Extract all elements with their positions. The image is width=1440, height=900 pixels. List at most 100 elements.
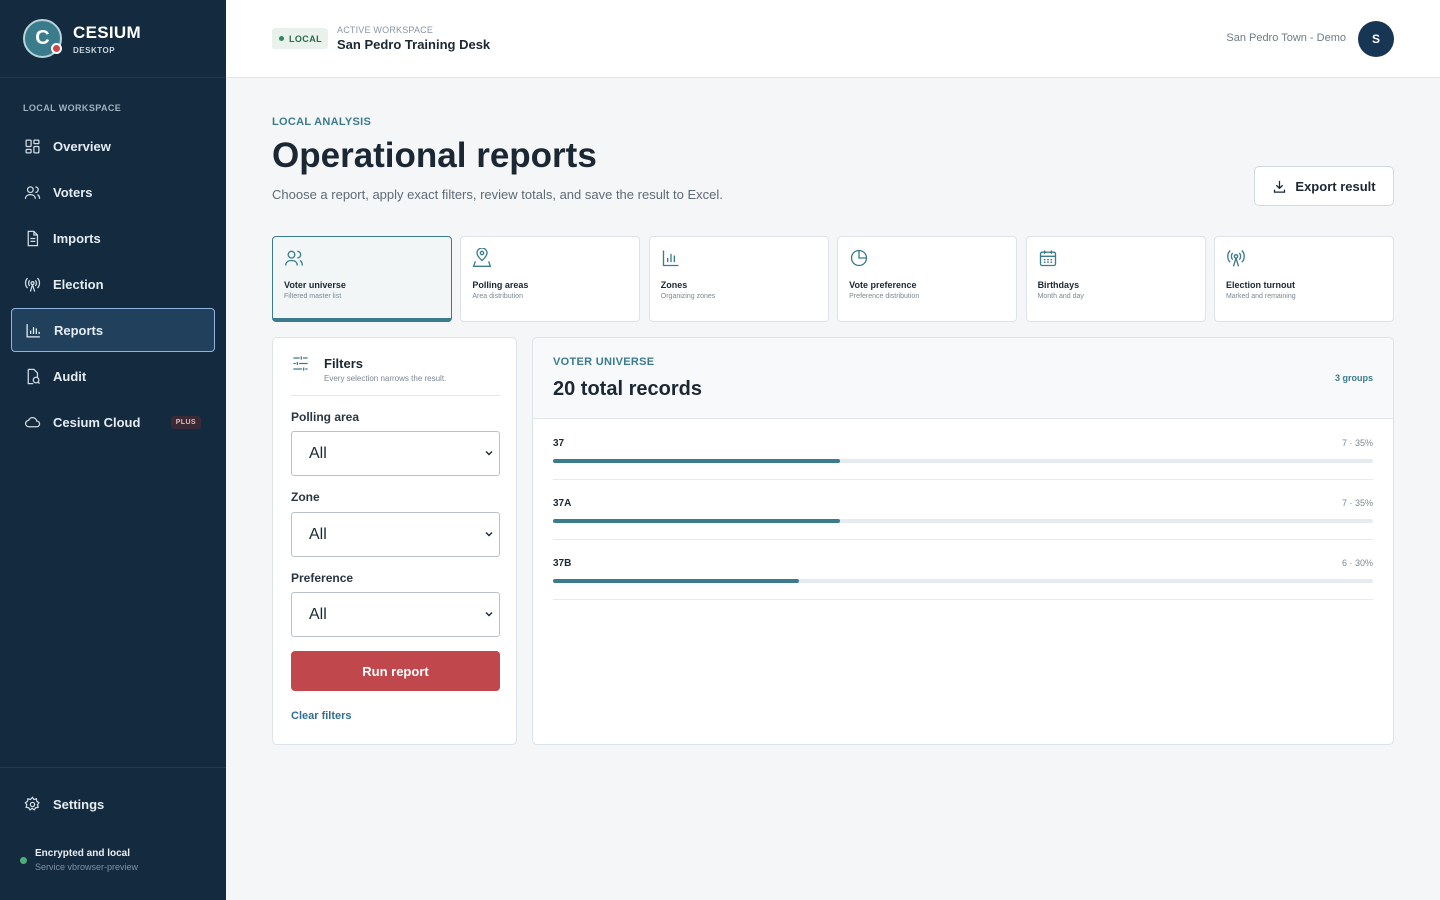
sidebar-item-cesium-cloud[interactable]: Cesium Cloud PLUS — [11, 400, 215, 444]
export-label: Export result — [1295, 178, 1376, 194]
result-row: 37A 7 · 35% — [553, 480, 1373, 540]
row-meta: 7 · 35% — [1341, 438, 1373, 448]
brand-initial: C — [35, 27, 50, 49]
preference-value: All — [309, 605, 327, 623]
row-label: 37 — [553, 438, 565, 449]
tile-subtitle: Area distribution — [472, 293, 523, 300]
workspace-label: ACTIVE WORKSPACE — [337, 25, 434, 35]
results-eyebrow: VOTER UNIVERSE — [553, 356, 655, 368]
users-icon — [285, 250, 303, 266]
user-name: San Pedro Town - Demo — [1226, 32, 1346, 44]
sidebar-item-imports[interactable]: Imports — [11, 216, 215, 260]
zone-select[interactable]: All — [291, 512, 500, 557]
filters-subtitle: Every selection narrows the result. — [324, 374, 447, 383]
tile-title: Voter universe — [284, 280, 346, 290]
export-result-button[interactable]: Export result — [1254, 166, 1394, 206]
sidebar-item-label: Cesium Cloud — [53, 414, 141, 430]
sidebar-nav: Overview Voters Imports Election Reports… — [11, 124, 215, 446]
grid-icon — [25, 138, 40, 154]
gear-icon — [24, 795, 40, 811]
pie-chart-icon — [851, 249, 868, 267]
sidebar-item-label: Reports — [54, 322, 104, 338]
preference-select[interactable]: All — [291, 592, 500, 637]
sidebar-item-voters[interactable]: Voters — [11, 170, 215, 214]
row-meta: 7 · 35% — [1341, 498, 1373, 508]
tile-subtitle: Marked and remaining — [1225, 293, 1296, 300]
filters-header: Filters Every selection narrows the resu… — [291, 354, 500, 396]
tile-election-turnout[interactable]: Election turnout Marked and remaining — [1213, 236, 1394, 322]
page-description: Choose a report, apply exact filters, re… — [272, 187, 723, 202]
report-tiles: Voter universe Filtered master list Poll… — [272, 236, 1394, 322]
progress-fill — [553, 579, 799, 583]
results-rows: 37 7 · 35% 37A 7 · 35% 37B 6 · 30% — [553, 420, 1373, 600]
tile-title: Polling areas — [472, 280, 529, 290]
calendar-icon — [1039, 250, 1056, 267]
sliders-icon — [293, 356, 308, 371]
status-title: Encrypted and local — [35, 848, 131, 859]
progress-track — [553, 519, 1373, 523]
preference-label: Preference — [291, 571, 354, 585]
sidebar-item-label: Election — [53, 276, 104, 292]
progress-track — [553, 579, 1373, 583]
sidebar-item-reports[interactable]: Reports — [11, 308, 215, 352]
results-total: 20 total records — [553, 378, 702, 400]
status-dot — [20, 857, 27, 864]
run-report-button[interactable]: Run report — [291, 651, 500, 691]
brand[interactable]: C CESIUM DESKTOP — [0, 0, 226, 78]
local-badge-label: LOCAL — [289, 33, 322, 44]
tile-subtitle: Organizing zones — [660, 293, 716, 300]
tile-birthdays[interactable]: Birthdays Month and day — [1025, 236, 1206, 322]
sidebar-item-settings[interactable]: Settings — [11, 782, 215, 826]
filters-title: Filters — [324, 356, 364, 371]
tile-polling-areas[interactable]: Polling areas Area distribution — [460, 236, 641, 322]
page-eyebrow: LOCAL ANALYSIS — [272, 116, 372, 128]
zone-label: Zone — [291, 490, 320, 504]
progress-track — [553, 459, 1373, 463]
sidebar: C CESIUM DESKTOP LOCAL WORKSPACE Overvie… — [0, 0, 226, 900]
chevron-down-icon — [485, 612, 493, 617]
brand-logo: C — [23, 19, 62, 58]
results-groups: 3 groups — [1334, 373, 1373, 383]
brand-subtitle: DESKTOP — [73, 45, 116, 55]
sidebar-item-election[interactable]: Election — [11, 262, 215, 306]
chevron-down-icon — [485, 451, 493, 456]
page-title: Operational reports — [272, 136, 597, 175]
audit-icon — [27, 368, 41, 384]
tile-subtitle: Filtered master list — [284, 293, 342, 300]
row-label: 37A — [553, 498, 572, 509]
local-badge: LOCAL — [272, 28, 328, 49]
brand-status-dot — [51, 43, 62, 54]
plus-badge: PLUS — [170, 415, 201, 429]
users-icon — [24, 185, 41, 199]
tile-title: Zones — [660, 280, 688, 290]
filters-panel: Filters Every selection narrows the resu… — [272, 337, 517, 745]
tile-voter-universe[interactable]: Voter universe Filtered master list — [272, 236, 452, 322]
tile-zones[interactable]: Zones Organizing zones — [648, 236, 829, 322]
bar-chart-icon — [662, 250, 679, 267]
document-icon — [27, 230, 39, 246]
polling-area-value: All — [309, 444, 327, 462]
result-row: 37B 6 · 30% — [553, 540, 1373, 600]
clear-filters-link[interactable]: Clear filters — [291, 710, 352, 722]
sidebar-footer: Settings Encrypted and local Service vbr… — [0, 767, 226, 872]
download-icon — [1274, 180, 1286, 193]
tile-subtitle: Month and day — [1037, 293, 1084, 300]
results-panel: VOTER UNIVERSE 20 total records 3 groups… — [532, 337, 1394, 745]
sidebar-item-audit[interactable]: Audit — [11, 354, 215, 398]
encryption-status: Encrypted and local Service vbrowser-pre… — [20, 848, 138, 872]
polling-area-label: Polling area — [291, 410, 360, 424]
sidebar-item-overview[interactable]: Overview — [11, 124, 215, 168]
zone-value: All — [309, 525, 327, 543]
tile-title: Vote preference — [849, 280, 917, 290]
sidebar-item-label: Settings — [53, 796, 105, 812]
progress-fill — [553, 519, 840, 523]
tile-vote-preference[interactable]: Vote preference Preference distribution — [837, 236, 1018, 322]
sidebar-item-label: Voters — [53, 184, 93, 200]
tile-subtitle: Preference distribution — [849, 293, 920, 300]
polling-area-select[interactable]: All — [291, 431, 500, 476]
top-header: LOCAL ACTIVE WORKSPACE San Pedro Trainin… — [226, 0, 1440, 78]
workspace-name[interactable]: San Pedro Training Desk — [337, 37, 490, 52]
broadcast-icon — [1227, 250, 1245, 267]
cloud-icon — [24, 416, 41, 427]
avatar[interactable]: S — [1358, 21, 1394, 57]
